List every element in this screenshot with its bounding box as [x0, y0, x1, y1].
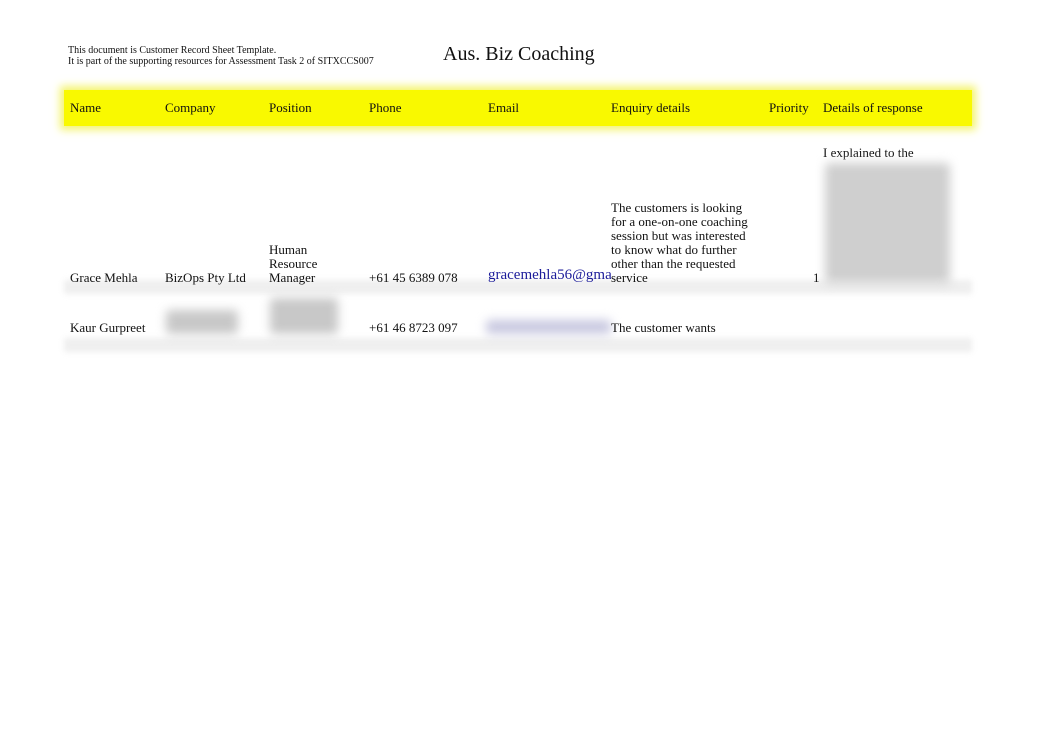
col-header-response: Details of response — [823, 100, 923, 115]
cell-phone: +61 45 6389 078 — [369, 270, 458, 285]
redacted-company — [166, 310, 238, 334]
cell-position: Human Resource Manager — [269, 242, 318, 285]
row-divider — [64, 338, 972, 352]
cell-phone: +61 46 8723 097 — [369, 320, 458, 335]
col-header-priority: Priority — [769, 100, 809, 115]
cell-email[interactable]: gracemehla56@gma — [488, 268, 611, 282]
note-line-2: It is part of the supporting resources f… — [68, 56, 374, 67]
cell-name: Kaur Gurpreet — [70, 320, 146, 335]
col-header-phone: Phone — [369, 100, 402, 115]
cell-response: I explained to the — [823, 145, 914, 160]
page-title: Aus. Biz Coaching — [443, 43, 595, 65]
redacted-email — [486, 320, 611, 334]
col-header-company: Company — [165, 100, 216, 115]
note-line-1: This document is Customer Record Sheet T… — [68, 45, 277, 56]
cell-name: Grace Mehla — [70, 270, 138, 285]
col-header-name: Name — [70, 100, 102, 115]
template-note: This document is Customer Record Sheet T… — [68, 45, 374, 67]
cell-enquiry: The customer wants — [611, 320, 716, 335]
col-header-email: Email — [488, 100, 520, 115]
col-header-enquiry: Enquiry details — [611, 100, 691, 115]
cell-company: BizOps Pty Ltd — [165, 270, 246, 285]
redacted-response — [825, 163, 950, 283]
cell-enquiry: The customers is looking for a one-on-on… — [611, 200, 748, 285]
redacted-position — [270, 298, 338, 334]
cell-priority: 1 — [813, 270, 820, 285]
col-header-position: Position — [269, 100, 312, 115]
